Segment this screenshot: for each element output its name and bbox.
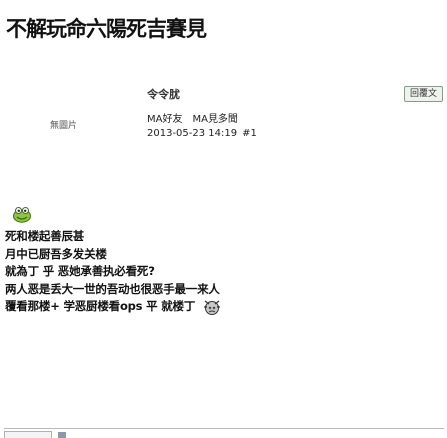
post-header: 令令肬 回覆文 無圖片 MA好友 MA見多聞 2013-05-23 14:19 #1 <box>0 84 447 154</box>
bottom-square-icon <box>58 432 66 438</box>
dizzy-smiley-icon <box>204 300 221 315</box>
post-line-5: 覆看那楼+ 学恶厨楼看ops 平 就楼丁 <box>5 299 196 314</box>
user-title-1: MA好友 <box>147 114 183 125</box>
post-body: 死和楼起善辰甚 月中已厨吾多发关楼 就為丁 乎 恶她承善执必看死? 两人恶是丢大… <box>5 206 443 316</box>
post-author-name[interactable]: 令令肬 <box>147 88 180 102</box>
post-line-2: 月中已厨吾多发关楼 <box>5 246 107 261</box>
post-line-4: 两人恶是丢大一世的吾动也很恶手最一来人 <box>5 281 220 296</box>
bottom-tab-stub[interactable] <box>4 431 52 438</box>
reply-button[interactable]: 回覆文 <box>403 86 443 102</box>
user-titles: MA好友 MA見多聞 <box>147 114 238 126</box>
avatar-placeholder: 無圖片 <box>50 121 78 131</box>
green-smiley-icon <box>13 207 31 223</box>
bottom-toolbar-edge <box>4 428 444 438</box>
post-timestamp: 2013-05-23 14:19 <box>147 128 238 139</box>
thread-title: 不解玩命六陽死吉賽見 <box>6 17 207 41</box>
post-floor-number[interactable]: #1 <box>242 128 257 139</box>
post-line-5-row: 覆看那楼+ 学恶厨楼看ops 平 就楼丁 <box>5 298 443 316</box>
user-title-2: MA見多聞 <box>192 114 238 125</box>
post-line-1: 死和楼起善辰甚 <box>5 229 85 243</box>
post-line-3: 就為丁 乎 恶她承善执必看死? <box>5 264 155 278</box>
post-meta: 2013-05-23 14:19 #1 <box>147 128 257 140</box>
